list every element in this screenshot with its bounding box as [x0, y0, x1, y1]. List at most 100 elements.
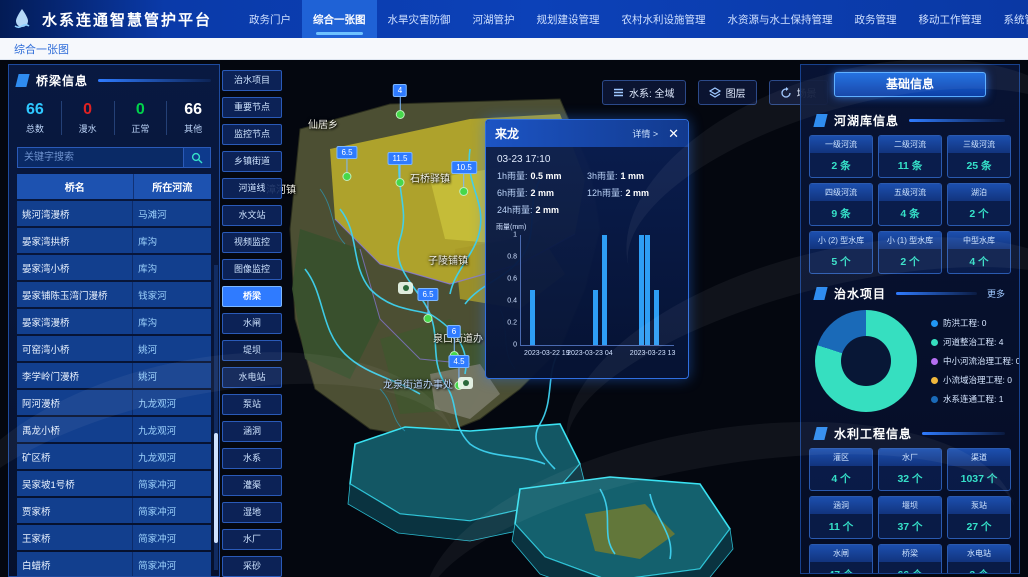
stat-cell[interactable]: 泵站27 个	[947, 496, 1011, 539]
map-marker[interactable]: 6.5	[417, 288, 438, 323]
breadcrumb[interactable]: 综合一张图	[0, 38, 1028, 60]
table-row[interactable]: 可窑湾小桥姚河	[17, 336, 211, 361]
layer-menu-item[interactable]: 堤坝	[222, 340, 282, 361]
table-row[interactable]: 白蜡桥简家冲河	[17, 552, 211, 577]
layer-menu-item[interactable]: 视频监控	[222, 232, 282, 253]
scrollbar-thumb[interactable]	[214, 433, 218, 543]
stat-cell[interactable]: 灌区4 个	[809, 448, 873, 491]
layers-button[interactable]: 图层	[698, 80, 757, 105]
stat-cell[interactable]: 湖泊2 个	[947, 183, 1011, 226]
river-name-cell: 库沟	[132, 309, 211, 334]
table-row[interactable]: 晏家湾拱桥库沟	[17, 228, 211, 253]
nav-item[interactable]: 河湖管护	[462, 0, 526, 38]
layer-menu-item[interactable]: 泵站	[222, 394, 282, 415]
y-tick-label: 0.8	[497, 254, 517, 261]
map-marker[interactable]: 11.5	[388, 152, 413, 187]
camera-icon[interactable]	[398, 282, 413, 294]
close-icon[interactable]: ✕	[668, 127, 679, 140]
nav-item[interactable]: 系统管理	[993, 0, 1028, 38]
table-row[interactable]: 晏家湾漫桥库沟	[17, 309, 211, 334]
layer-menu-item[interactable]: 乡镇街道	[222, 151, 282, 172]
layer-menu-item[interactable]: 水系	[222, 448, 282, 469]
cell-value: 27 个	[948, 514, 1010, 538]
nav-item[interactable]: 水资源与水土保持管理	[717, 0, 844, 38]
layer-menu-item[interactable]: 涵洞	[222, 421, 282, 442]
nav-item[interactable]: 综合一张图	[302, 0, 377, 38]
stat-cell[interactable]: 水厂32 个	[878, 448, 942, 491]
layer-menu-item[interactable]: 水电站	[222, 367, 282, 388]
stat-cell[interactable]: 渠道1037 个	[947, 448, 1011, 491]
layer-menu-item[interactable]: 重要节点	[222, 97, 282, 118]
layer-menu-item[interactable]: 监控节点	[222, 124, 282, 145]
table-row[interactable]: 吴家坡1号桥简家冲河	[17, 471, 211, 496]
search-button[interactable]	[184, 147, 211, 168]
layer-menu-item[interactable]: 治水项目	[222, 70, 282, 91]
search-input[interactable]	[17, 147, 184, 168]
metric-label: 12h雨量:	[587, 188, 623, 198]
bridge-name-cell: 姚河湾漫桥	[17, 201, 132, 226]
basic-info-button[interactable]: 基础信息	[834, 72, 986, 97]
nav-item[interactable]: 水旱灾害防御	[377, 0, 462, 38]
stat-cell[interactable]: 水闸47 个	[809, 544, 873, 574]
table-row[interactable]: 阿河漫桥九龙观河	[17, 390, 211, 415]
stat-cell[interactable]: 一级河流2 条	[809, 135, 873, 178]
search-bar	[17, 147, 211, 168]
nav-item[interactable]: 规划建设管理	[526, 0, 611, 38]
popup-detail-link[interactable]: 详情 >	[632, 127, 658, 140]
map-marker[interactable]: 10.5	[451, 161, 477, 196]
stat-cell[interactable]: 中型水库4 个	[947, 231, 1011, 274]
layer-menu-item[interactable]: 水厂	[222, 529, 282, 550]
table-row[interactable]: 贾家桥简家冲河	[17, 498, 211, 523]
stat-cell[interactable]: 水电站3 个	[947, 544, 1011, 574]
stat-cell[interactable]: 五级河流4 条	[878, 183, 942, 226]
table-row[interactable]: 矿区桥九龙观河	[17, 444, 211, 469]
rainfall-chart: 雨量(mm) 10.80.60.40.202023-03-22 192023-0…	[496, 222, 678, 362]
marker-value-tag: 11.5	[388, 152, 413, 165]
table-row[interactable]: 姚河湾漫桥马滩河	[17, 201, 211, 226]
table-scrollbar[interactable]	[214, 265, 218, 570]
table-row[interactable]: 晏家湾小桥库沟	[17, 255, 211, 280]
marker-value-tag: 6.5	[336, 146, 357, 159]
stat-cell[interactable]: 小 (2) 型水库5 个	[809, 231, 873, 274]
camera-icon[interactable]	[458, 377, 473, 389]
water-system-filter-button[interactable]: 水系: 全域	[602, 80, 686, 105]
legend-item: 防洪工程: 0	[931, 317, 1020, 329]
marker-value-tag: 4.5	[448, 355, 469, 368]
stat-cell[interactable]: 涵洞11 个	[809, 496, 873, 539]
breadcrumb-item[interactable]: 综合一张图	[14, 41, 69, 57]
layer-menu-item[interactable]: 桥梁	[222, 286, 282, 307]
layer-menu-item[interactable]: 灌渠	[222, 475, 282, 496]
stat-cell[interactable]: 二级河流11 条	[878, 135, 942, 178]
stat-cell[interactable]: 三级河流25 条	[947, 135, 1011, 178]
nav-item[interactable]: 政务门户	[238, 0, 302, 38]
layer-menu-item[interactable]: 河道线	[222, 178, 282, 199]
map-marker[interactable]: 6.5	[336, 146, 357, 181]
table-row[interactable]: 晏家铺陈玉湾门漫桥钱家河	[17, 282, 211, 307]
cell-label: 小 (2) 型水库	[810, 232, 872, 249]
table-row[interactable]: 禹龙小桥九龙观河	[17, 417, 211, 442]
layer-menu-item[interactable]: 图像监控	[222, 259, 282, 280]
table-row[interactable]: 李学岭门漫桥姚河	[17, 363, 211, 388]
rain-bar	[639, 235, 644, 345]
stat-cell[interactable]: 桥梁66 个	[878, 544, 942, 574]
bridge-stat: 66其他	[167, 101, 219, 135]
table-row[interactable]: 王家桥简家冲河	[17, 525, 211, 550]
layer-menu-item[interactable]: 湿地	[222, 502, 282, 523]
bridge-panel-title: 桥梁信息	[36, 72, 88, 89]
stat-cell[interactable]: 小 (1) 型水库2 个	[878, 231, 942, 274]
nav-item[interactable]: 农村水利设施管理	[611, 0, 717, 38]
metric-value: 2 mm	[536, 205, 560, 215]
stat-cell[interactable]: 四级河流9 条	[809, 183, 873, 226]
layer-menu-item[interactable]: 采砂	[222, 556, 282, 577]
bridge-stats: 66总数0漫水0正常66其他	[9, 93, 219, 141]
nav-item[interactable]: 移动工作管理	[908, 0, 993, 38]
map-marker[interactable]: 4	[393, 84, 407, 119]
cell-value: 4 个	[810, 466, 872, 490]
bridge-name-cell: 晏家铺陈玉湾门漫桥	[17, 282, 132, 307]
stat-cell[interactable]: 堰坝37 个	[878, 496, 942, 539]
more-link[interactable]: 更多	[987, 287, 1005, 300]
layer-menu-item[interactable]: 水文站	[222, 205, 282, 226]
layer-menu-item[interactable]: 水闸	[222, 313, 282, 334]
rain-metric: 3h雨量:1 mm	[587, 169, 677, 182]
nav-item[interactable]: 政务管理	[844, 0, 908, 38]
